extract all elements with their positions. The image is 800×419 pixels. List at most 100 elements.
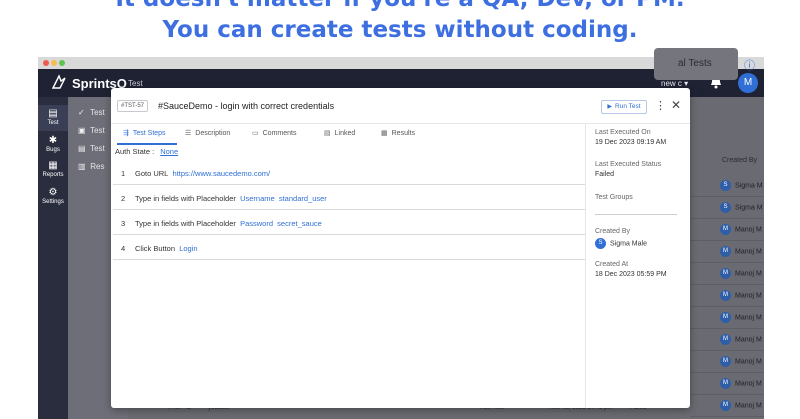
background-user-row: S Sigma M [720, 180, 763, 191]
created-by: Created By S Sigma Male [595, 228, 647, 249]
step-field: Username [240, 194, 275, 203]
rail-label: Settings [42, 199, 64, 205]
auth-state-link[interactable]: None [160, 147, 178, 156]
step-number: 4 [121, 244, 126, 253]
tab-description[interactable]: ☰ Description [185, 129, 230, 137]
row-divider [690, 262, 764, 263]
row-divider [690, 284, 764, 285]
user-avatar-small: S [720, 202, 731, 213]
user-avatar-small: M [720, 246, 731, 257]
results-list-icon: ▥ [78, 162, 86, 171]
rail-item-settings[interactable]: ⚙ Settings [38, 187, 68, 205]
more-options-icon[interactable]: ⋮ [655, 99, 666, 112]
user-avatar-small: M [720, 334, 731, 345]
test-step[interactable]: 3 Type in fields with Placeholder Passwo… [113, 211, 585, 235]
left-rail: ▤ Test ✱ Bugs ▦ Reports ⚙ Settings [38, 97, 68, 419]
auth-state-label: Auth State : [115, 147, 155, 156]
row-divider [690, 218, 764, 219]
step-value: Login [179, 244, 198, 253]
check-icon: ✓ [78, 108, 85, 117]
background-user-row: S Sigma M [720, 202, 763, 213]
step-number: 1 [121, 169, 126, 178]
row-divider [690, 328, 764, 329]
tab-results[interactable]: ▦ Results [381, 129, 415, 137]
creator-avatar: S [595, 238, 606, 249]
user-name: Sigma M [735, 182, 763, 190]
step-text: Type in fields with Placeholder Password… [135, 219, 322, 228]
user-avatar-small: M [720, 356, 731, 367]
created-by-column-header: Created By [722, 157, 758, 164]
background-user-row: M Manoj M [720, 378, 762, 389]
user-name: Manoj M [735, 226, 762, 234]
tab-linked[interactable]: ▤ Linked [324, 129, 355, 137]
created-at: Created At 18 Dec 2023 05:59 PM [595, 261, 667, 278]
user-name: Sigma M [735, 204, 763, 212]
project-selector[interactable]: new c ▾ [661, 79, 688, 88]
list-icon: ▣ [78, 126, 86, 135]
modal-tabs: ⇶ Test Steps ☰ Description ▭ Comments ▤ Link… [111, 124, 585, 146]
background-user-row: M Manoj M [720, 268, 762, 279]
secnav-item-test-runs[interactable]: ▤ Test [78, 144, 105, 153]
test-step[interactable]: 2 Type in fields with Placeholder Userna… [113, 186, 585, 210]
step-value: secret_sauce [277, 219, 322, 228]
background-user-row: M Manoj M [720, 356, 762, 367]
close-window-dot[interactable] [43, 60, 49, 66]
info-icon[interactable]: ⓘ [744, 57, 755, 73]
row-divider [690, 350, 764, 351]
user-avatar-small: M [720, 378, 731, 389]
row-divider [690, 240, 764, 241]
user-avatar-small: S [720, 180, 731, 191]
maximize-window-dot[interactable] [59, 60, 65, 66]
user-avatar[interactable]: M [738, 73, 758, 93]
step-text: Type in fields with Placeholder Username… [135, 194, 327, 203]
rail-item-test[interactable]: ▤ Test [38, 105, 68, 131]
description-icon: ☰ [185, 130, 192, 137]
row-divider [690, 394, 764, 395]
linked-icon: ▤ [324, 130, 331, 137]
user-name: Manoj M [735, 292, 762, 300]
creator-name: Sigma Male [610, 240, 647, 248]
test-step[interactable]: 4 Click Button Login [113, 236, 585, 260]
step-number: 3 [121, 219, 126, 228]
logo-icon [50, 73, 68, 91]
side-panel-divider [585, 124, 586, 408]
test-groups: Test Groups [595, 194, 633, 201]
secnav-item-results[interactable]: ▥ Res [78, 162, 104, 171]
step-value: standard_user [278, 194, 327, 203]
tab-comments[interactable]: ▭ Comments [252, 129, 296, 137]
test-groups-field[interactable] [595, 214, 677, 215]
background-user-row: M Manoj M [720, 312, 762, 323]
last-executed-on: Last Executed On 19 Dec 2023 09:19 AM [595, 129, 667, 146]
user-name: Manoj M [735, 270, 762, 278]
user-name: Manoj M [735, 314, 762, 322]
rail-item-reports[interactable]: ▦ Reports [38, 160, 68, 178]
bug-icon: ✱ [48, 135, 58, 146]
comments-icon: ▭ [252, 130, 259, 137]
settings-icon: ⚙ [48, 187, 58, 198]
user-avatar-small: M [720, 312, 731, 323]
rail-label: Reports [42, 172, 64, 178]
test-detail-modal: #TST-57 #SauceDemo - login with correct … [111, 88, 690, 408]
banner-line-1: It doesn't matter if you're a QA, Dev, o… [0, 0, 800, 12]
user-name: Manoj M [735, 248, 762, 256]
user-avatar-small: M [720, 400, 731, 411]
secnav-item-test-groups[interactable]: ▣ Test [78, 126, 105, 135]
manual-tests-tab[interactable]: al Tests [654, 48, 738, 80]
last-executed-status: Last Executed Status Failed [595, 161, 662, 178]
modal-title: #SauceDemo - login with correct credenti… [158, 101, 335, 111]
secnav-item-tests[interactable]: ✓ Test [78, 108, 105, 117]
close-icon[interactable]: ✕ [671, 98, 681, 112]
test-step[interactable]: 1 Goto URL https://www.saucedemo.com/ [113, 161, 585, 185]
test-icon: ▤ [48, 108, 58, 119]
row-divider [690, 306, 764, 307]
rail-item-bugs[interactable]: ✱ Bugs [38, 135, 68, 153]
rail-label: Bugs [46, 147, 60, 153]
user-name: Manoj M [735, 358, 762, 366]
user-name: Manoj M [735, 402, 762, 410]
user-avatar-small: M [720, 224, 731, 235]
minimize-window-dot[interactable] [51, 60, 57, 66]
tab-test-steps[interactable]: ⇶ Test Steps [123, 129, 166, 137]
run-test-button[interactable]: ▶ Run Test [601, 100, 647, 114]
row-divider [690, 372, 764, 373]
user-avatar-small: M [720, 268, 731, 279]
